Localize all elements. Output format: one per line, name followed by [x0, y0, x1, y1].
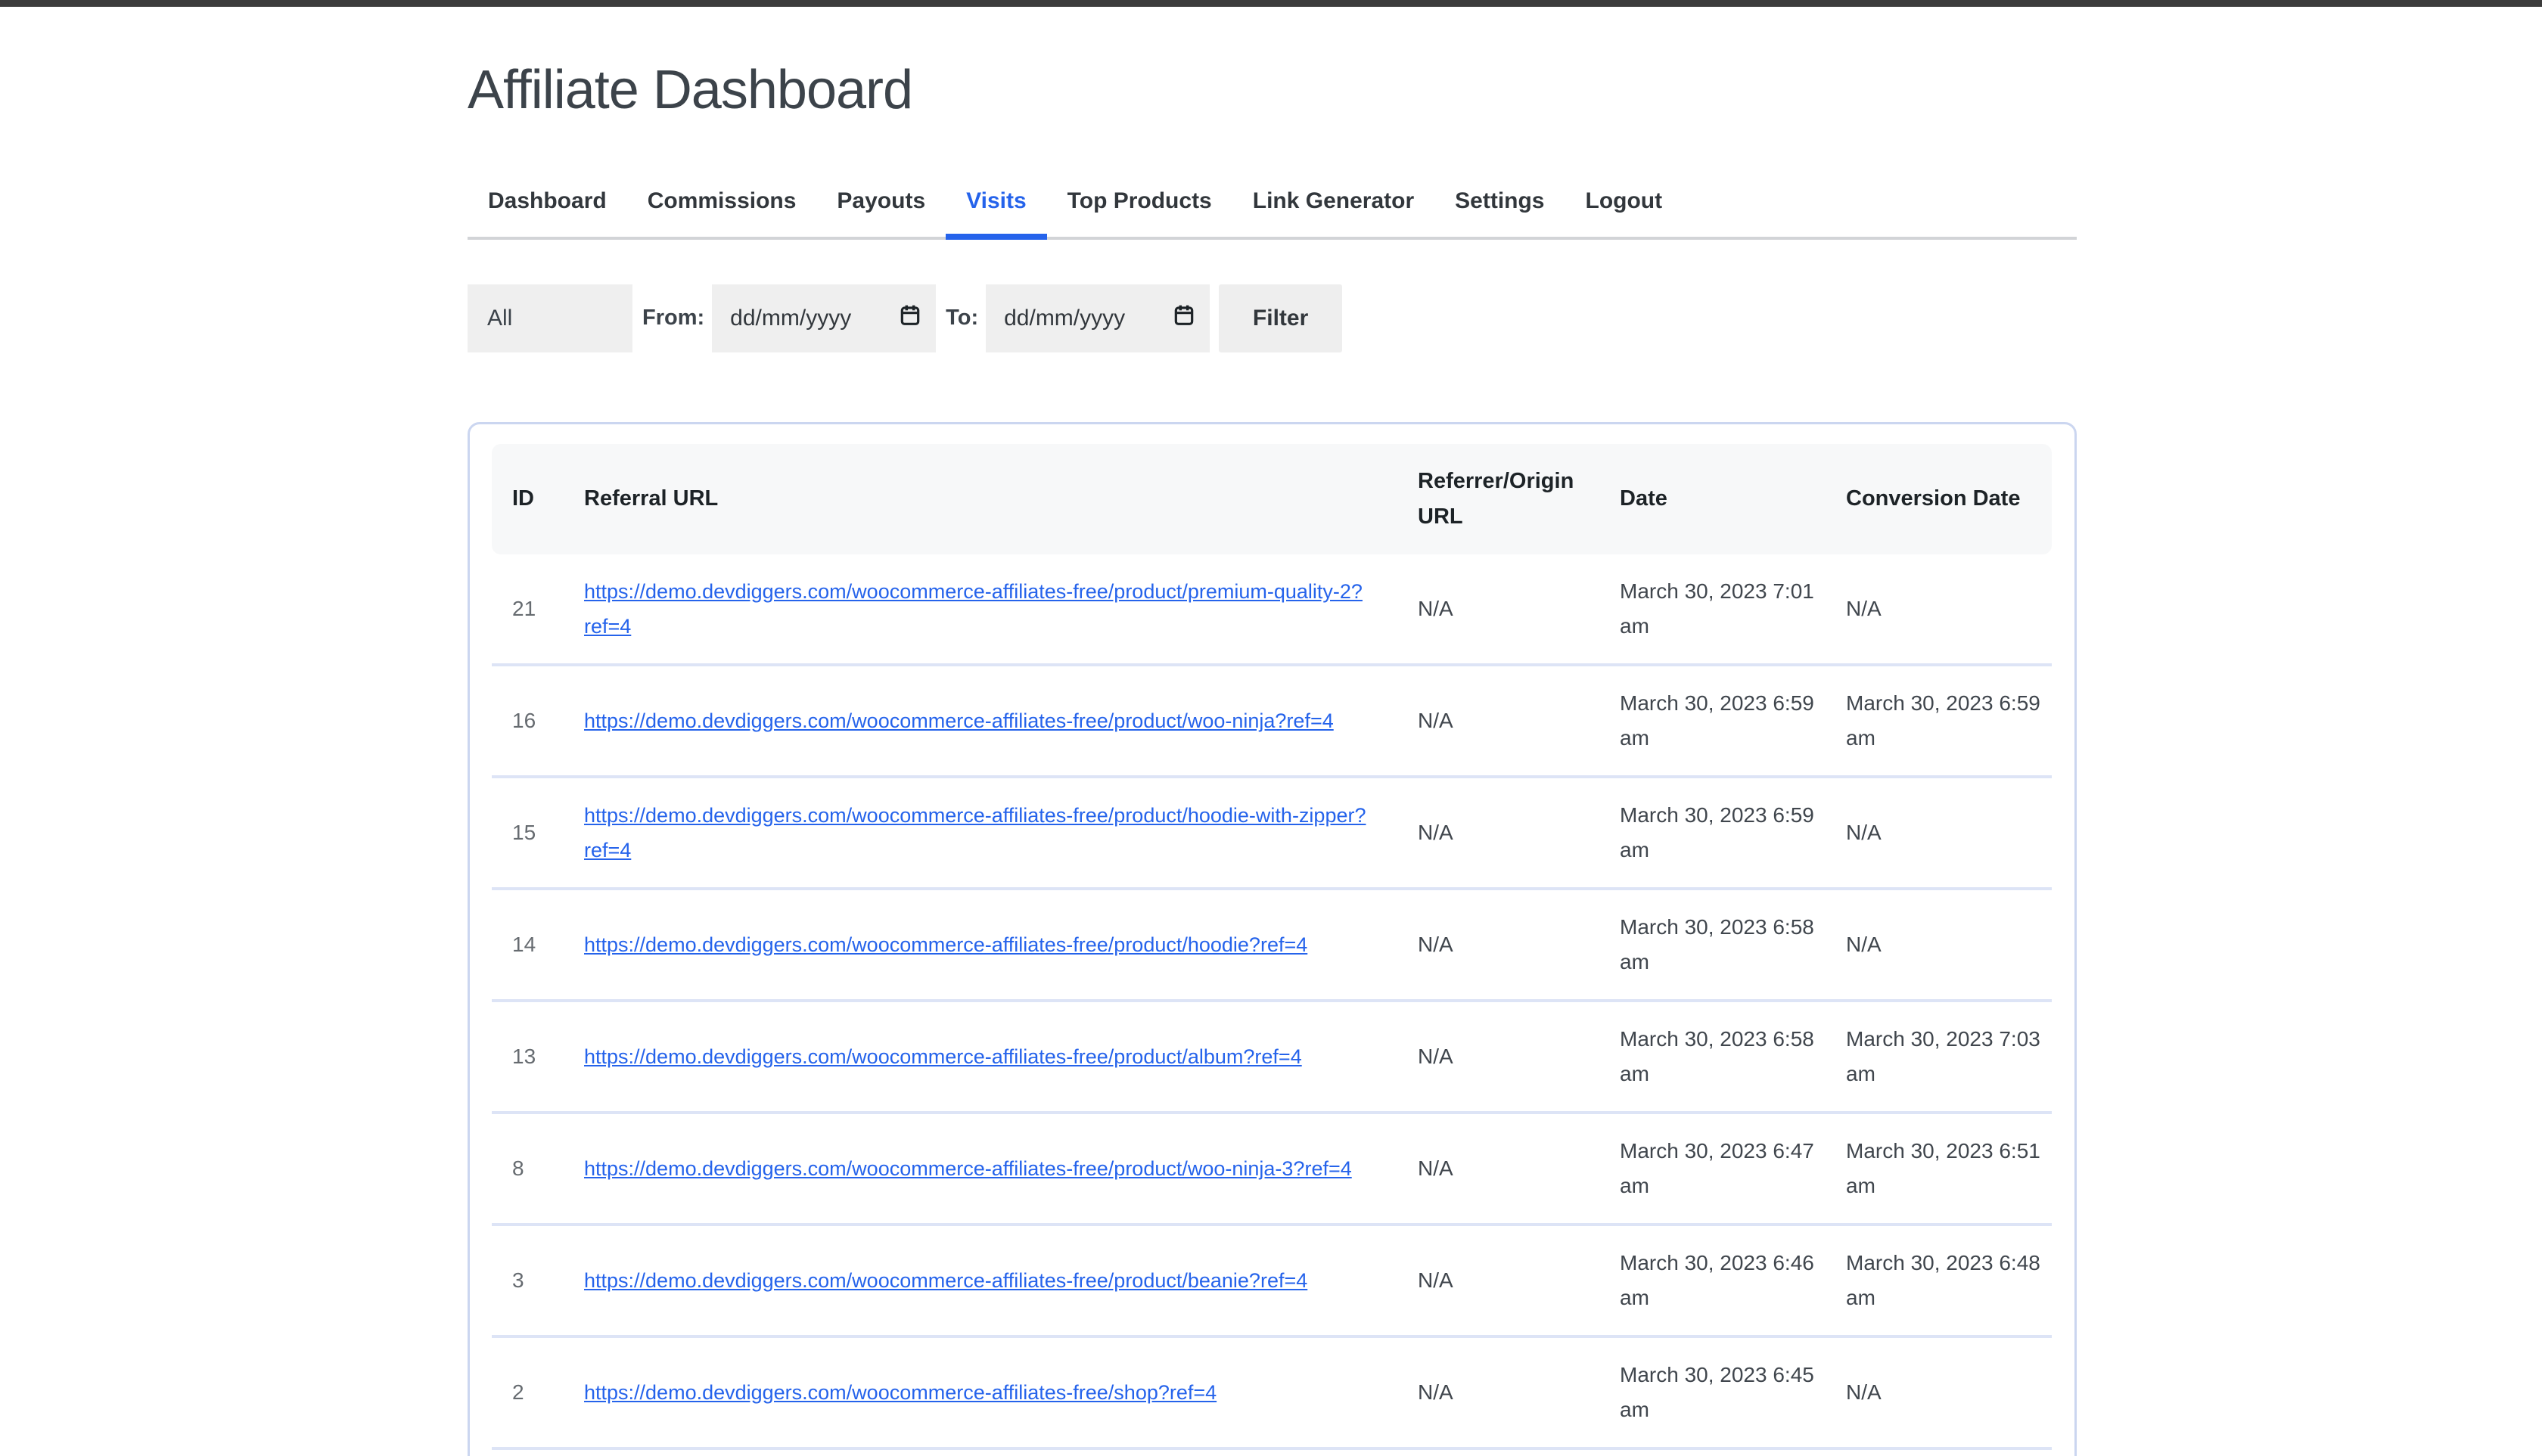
table-row: 2 https://demo.devdiggers.com/woocommerc… [492, 1338, 2052, 1450]
visits-table: ID Referral URL Referrer/Origin URL Date… [492, 444, 2052, 1450]
visit-id: 8 [492, 1114, 564, 1226]
to-date-placeholder: dd/mm/yyyy [1004, 306, 1125, 331]
referrer-origin-cell: N/A [1397, 1002, 1599, 1114]
from-label: From: [642, 306, 704, 331]
tab[interactable]: Settings [1434, 188, 1565, 237]
calendar-icon[interactable] [898, 303, 922, 334]
conversion-date-cell: N/A [1826, 1338, 2052, 1450]
tab[interactable]: Top Products [1047, 188, 1232, 237]
referral-url-cell: https://demo.devdiggers.com/woocommerce-… [564, 1114, 1397, 1226]
to-date-input[interactable]: dd/mm/yyyy [986, 284, 1210, 352]
visit-id: 21 [492, 554, 564, 666]
table-row: 8 https://demo.devdiggers.com/woocommerc… [492, 1114, 2052, 1226]
tab[interactable]: Dashboard [468, 188, 627, 237]
referral-url-link[interactable]: https://demo.devdiggers.com/woocommerce-… [584, 1269, 1307, 1292]
visit-id: 16 [492, 666, 564, 778]
table-row: 15 https://demo.devdiggers.com/woocommer… [492, 778, 2052, 890]
referral-url-cell: https://demo.devdiggers.com/woocommerce-… [564, 1226, 1397, 1338]
table-row: 14 https://demo.devdiggers.com/woocommer… [492, 890, 2052, 1002]
filter-bar: All From: dd/mm/yyyy To: dd/mm/yyyy [468, 284, 2077, 352]
visit-id: 3 [492, 1226, 564, 1338]
table-header-row: ID Referral URL Referrer/Origin URL Date… [492, 444, 2052, 554]
referrer-origin-cell: N/A [1397, 890, 1599, 1002]
referral-url-link[interactable]: https://demo.devdiggers.com/woocommerce-… [584, 709, 1334, 732]
tab[interactable]: Logout [1565, 188, 1683, 237]
referrer-origin-cell: N/A [1397, 1114, 1599, 1226]
referral-url-cell: https://demo.devdiggers.com/woocommerce-… [564, 1338, 1397, 1450]
referrer-origin-cell: N/A [1397, 1338, 1599, 1450]
visit-id: 14 [492, 890, 564, 1002]
conversion-date-cell: March 30, 2023 6:59 am [1826, 666, 2052, 778]
referral-url-link[interactable]: https://demo.devdiggers.com/woocommerce-… [584, 933, 1307, 956]
referrer-origin-cell: N/A [1397, 554, 1599, 666]
referral-url-cell: https://demo.devdiggers.com/woocommerce-… [564, 666, 1397, 778]
from-date-placeholder: dd/mm/yyyy [730, 306, 851, 331]
referral-url-link[interactable]: https://demo.devdiggers.com/woocommerce-… [584, 1381, 1217, 1404]
tab[interactable]: Visits [946, 188, 1047, 237]
conversion-date-cell: March 30, 2023 6:51 am [1826, 1114, 2052, 1226]
date-cell: March 30, 2023 6:45 am [1599, 1338, 1826, 1450]
tab[interactable]: Payouts [816, 188, 946, 237]
visit-id: 15 [492, 778, 564, 890]
table-row: 21 https://demo.devdiggers.com/woocommer… [492, 554, 2052, 666]
calendar-icon[interactable] [1172, 303, 1196, 334]
conversion-date-cell: N/A [1826, 890, 2052, 1002]
visit-id: 2 [492, 1338, 564, 1450]
referral-url-cell: https://demo.devdiggers.com/woocommerce-… [564, 1002, 1397, 1114]
affiliate-dashboard-page: Affiliate Dashboard DashboardCommissions… [468, 59, 2077, 1456]
column-header-conversion-date: Conversion Date [1826, 444, 2052, 554]
date-cell: March 30, 2023 6:59 am [1599, 778, 1826, 890]
referrer-origin-cell: N/A [1397, 1226, 1599, 1338]
date-cell: March 30, 2023 6:59 am [1599, 666, 1826, 778]
date-cell: March 30, 2023 7:01 am [1599, 554, 1826, 666]
referral-url-cell: https://demo.devdiggers.com/woocommerce-… [564, 554, 1397, 666]
conversion-date-cell: N/A [1826, 554, 2052, 666]
tab[interactable]: Commissions [627, 188, 817, 237]
filter-button[interactable]: Filter [1219, 284, 1342, 352]
referral-url-cell: https://demo.devdiggers.com/woocommerce-… [564, 778, 1397, 890]
column-header-referral-url: Referral URL [564, 444, 1397, 554]
referral-url-link[interactable]: https://demo.devdiggers.com/woocommerce-… [584, 1157, 1352, 1180]
table-row: 3 https://demo.devdiggers.com/woocommerc… [492, 1226, 2052, 1338]
table-row: 16 https://demo.devdiggers.com/woocommer… [492, 666, 2052, 778]
conversion-date-cell: March 30, 2023 7:03 am [1826, 1002, 2052, 1114]
referral-url-link[interactable]: https://demo.devdiggers.com/woocommerce-… [584, 580, 1363, 638]
from-date-input[interactable]: dd/mm/yyyy [712, 284, 936, 352]
column-header-referrer-origin-url: Referrer/Origin URL [1397, 444, 1599, 554]
referral-url-link[interactable]: https://demo.devdiggers.com/woocommerce-… [584, 804, 1366, 861]
column-header-date: Date [1599, 444, 1826, 554]
date-cell: March 30, 2023 6:58 am [1599, 1002, 1826, 1114]
date-cell: March 30, 2023 6:46 am [1599, 1226, 1826, 1338]
visit-type-select[interactable]: All [468, 284, 632, 352]
referral-url-cell: https://demo.devdiggers.com/woocommerce-… [564, 890, 1397, 1002]
referral-url-link[interactable]: https://demo.devdiggers.com/woocommerce-… [584, 1045, 1302, 1068]
tab[interactable]: Link Generator [1232, 188, 1434, 237]
table-row: 13 https://demo.devdiggers.com/woocommer… [492, 1002, 2052, 1114]
conversion-date-cell: N/A [1826, 778, 2052, 890]
referrer-origin-cell: N/A [1397, 666, 1599, 778]
date-cell: March 30, 2023 6:58 am [1599, 890, 1826, 1002]
date-cell: March 30, 2023 6:47 am [1599, 1114, 1826, 1226]
visits-table-card: ID Referral URL Referrer/Origin URL Date… [468, 422, 2077, 1456]
page-title: Affiliate Dashboard [468, 59, 2077, 122]
to-label: To: [946, 306, 978, 331]
tab-bar: DashboardCommissionsPayoutsVisitsTop Pro… [468, 188, 2077, 240]
column-header-id: ID [492, 444, 564, 554]
visit-type-select-value: All [487, 306, 512, 331]
conversion-date-cell: March 30, 2023 6:48 am [1826, 1226, 2052, 1338]
visit-id: 13 [492, 1002, 564, 1114]
browser-top-strip [0, 0, 2542, 7]
referrer-origin-cell: N/A [1397, 778, 1599, 890]
